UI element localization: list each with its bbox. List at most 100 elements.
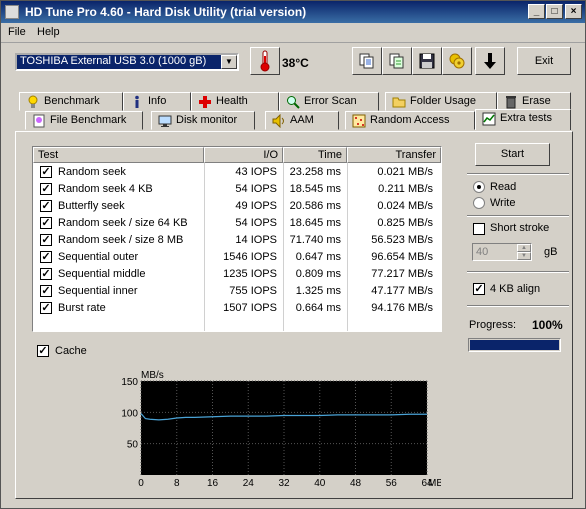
row-checkbox[interactable]: ✓	[40, 183, 52, 195]
column-separator	[283, 163, 284, 331]
tab-label: Health	[216, 95, 248, 107]
write-radio[interactable]	[473, 197, 485, 209]
table-row[interactable]: ✓ Sequential inner 755 IOPS 1.325 ms 47.177 …	[33, 283, 441, 300]
short-stroke-checkbox[interactable]	[473, 223, 485, 235]
table-row[interactable]: ✓ Sequential outer 1546 IOPS 0.647 ms 96.654…	[33, 249, 441, 266]
divider	[467, 305, 569, 307]
app-icon	[5, 5, 19, 19]
cell-time: 23.258 ms	[289, 166, 341, 178]
tab-benchmark[interactable]: Benchmark	[19, 92, 123, 111]
read-radio[interactable]	[473, 181, 485, 193]
start-button[interactable]: Start	[475, 143, 550, 166]
cell-test: Random seek	[58, 166, 126, 178]
cell-io: 54 IOPS	[235, 217, 277, 229]
table-row[interactable]: ✓ Random seek / size 8 MB 14 IOPS 71.740 ms…	[33, 232, 441, 249]
table-header: Test I/O Time Transfer	[33, 147, 441, 163]
minimize-button[interactable]: _	[528, 4, 545, 19]
chevron-down-icon[interactable]: ▼	[221, 55, 237, 69]
row-checkbox[interactable]: ✓	[40, 200, 52, 212]
progress-value: 100%	[532, 318, 563, 332]
progress-fill	[470, 340, 559, 350]
cell-transfer: 0.825 MB/s	[377, 217, 433, 229]
exit-button[interactable]: Exit	[517, 47, 571, 75]
tab-error-scan[interactable]: Error Scan	[279, 92, 379, 111]
window-title: HD Tune Pro 4.60 - Hard Disk Utility (tr…	[25, 5, 307, 19]
options-button[interactable]	[442, 47, 472, 75]
monitor-icon	[158, 115, 172, 127]
cell-test: Sequential inner	[58, 285, 138, 297]
menu-bar: File Help	[1, 23, 585, 43]
chart-x-tick-label: 48	[350, 478, 362, 489]
tab-aam[interactable]: AAM	[265, 111, 339, 130]
cell-time: 0.809 ms	[295, 268, 341, 280]
table-row[interactable]: ✓ Burst rate 1507 IOPS 0.664 ms 94.176 MB/s	[33, 300, 441, 317]
menu-file[interactable]: File	[8, 26, 26, 38]
spin-down-icon[interactable]: ▼	[517, 252, 531, 260]
drive-select[interactable]: TOSHIBA External USB 3.0 (1000 gB) ▼	[15, 53, 239, 71]
row-checkbox[interactable]: ✓	[40, 217, 52, 229]
progress-bar	[468, 338, 561, 352]
cell-test: Sequential outer	[58, 251, 139, 263]
tab-extra-tests[interactable]: Extra tests	[475, 109, 571, 130]
save-button[interactable]	[412, 47, 442, 75]
short-stroke-label: Short stroke	[490, 222, 550, 234]
column-header-io[interactable]: I/O	[204, 147, 283, 163]
cell-time: 0.664 ms	[295, 302, 341, 314]
copy-all-icon	[389, 53, 404, 69]
cell-transfer: 0.211 MB/s	[378, 183, 433, 195]
tab-info[interactable]: Info	[123, 92, 191, 111]
copy-button[interactable]	[352, 47, 382, 75]
close-button[interactable]: ×	[565, 4, 582, 19]
chart-plot-area	[141, 381, 427, 475]
random-dots-icon	[352, 114, 366, 128]
tab-label: File Benchmark	[50, 114, 127, 126]
cell-test: Random seek 4 KB	[58, 183, 153, 195]
tab-random-access[interactable]: Random Access	[345, 111, 475, 130]
cache-checkbox[interactable]: ✓	[37, 345, 49, 357]
read-label: Read	[490, 181, 517, 193]
chart-x-tick-label: 16	[207, 478, 219, 489]
row-checkbox[interactable]: ✓	[40, 234, 52, 246]
column-header-time[interactable]: Time	[283, 147, 347, 163]
stroke-size-spinner[interactable]: 40 ▲ ▼	[472, 243, 532, 261]
row-checkbox[interactable]: ✓	[40, 268, 52, 280]
tab-file-benchmark[interactable]: File Benchmark	[25, 111, 143, 130]
spin-up-icon[interactable]: ▲	[517, 244, 531, 252]
chart-y-axis-label: MB/s	[141, 370, 164, 381]
table-row[interactable]: ✓ Random seek 4 KB 54 IOPS 18.545 ms 0.211 M…	[33, 181, 441, 198]
cell-test: Random seek / size 8 MB	[58, 234, 184, 246]
menu-help[interactable]: Help	[37, 26, 60, 38]
row-checkbox[interactable]: ✓	[40, 166, 52, 178]
table-row[interactable]: ✓ Random seek 43 IOPS 23.258 ms 0.021 MB/s	[33, 164, 441, 181]
align-checkbox[interactable]: ✓	[473, 283, 485, 295]
file-bulb-icon	[33, 114, 45, 128]
divider	[467, 173, 569, 175]
row-checkbox[interactable]: ✓	[40, 251, 52, 263]
drive-select-value: TOSHIBA External USB 3.0 (1000 gB)	[20, 55, 207, 67]
temperature-button[interactable]	[250, 47, 280, 75]
cell-time: 0.647 ms	[295, 251, 341, 263]
cell-transfer: 77.217 MB/s	[371, 268, 433, 280]
cell-transfer: 56.523 MB/s	[371, 234, 433, 246]
cell-transfer: 0.024 MB/s	[377, 200, 433, 212]
cell-time: 71.740 ms	[289, 234, 341, 246]
download-button[interactable]	[475, 47, 505, 75]
row-checkbox[interactable]: ✓	[40, 285, 52, 297]
column-header-test[interactable]: Test	[33, 147, 204, 163]
column-header-transfer[interactable]: Transfer	[347, 147, 441, 163]
table-row[interactable]: ✓ Random seek / size 64 KB 54 IOPS 18.645 m…	[33, 215, 441, 232]
maximize-button[interactable]: □	[546, 4, 563, 19]
magnifier-icon	[287, 96, 300, 109]
cell-test: Butterfly seek	[58, 200, 125, 212]
copy-all-button[interactable]	[382, 47, 412, 75]
table-row[interactable]: ✓ Butterfly seek 49 IOPS 20.586 ms 0.024 MB/…	[33, 198, 441, 215]
tab-label: Info	[148, 95, 167, 107]
tab-disk-monitor[interactable]: Disk monitor	[151, 111, 255, 130]
progress-label: Progress:	[469, 319, 517, 331]
cell-test: Random seek / size 64 KB	[58, 217, 188, 229]
stroke-size-value: 40	[476, 246, 489, 258]
table-row[interactable]: ✓ Sequential middle 1235 IOPS 0.809 ms 77.21…	[33, 266, 441, 283]
row-checkbox[interactable]: ✓	[40, 302, 52, 314]
divider	[467, 271, 569, 273]
tab-health[interactable]: Health	[191, 92, 279, 111]
